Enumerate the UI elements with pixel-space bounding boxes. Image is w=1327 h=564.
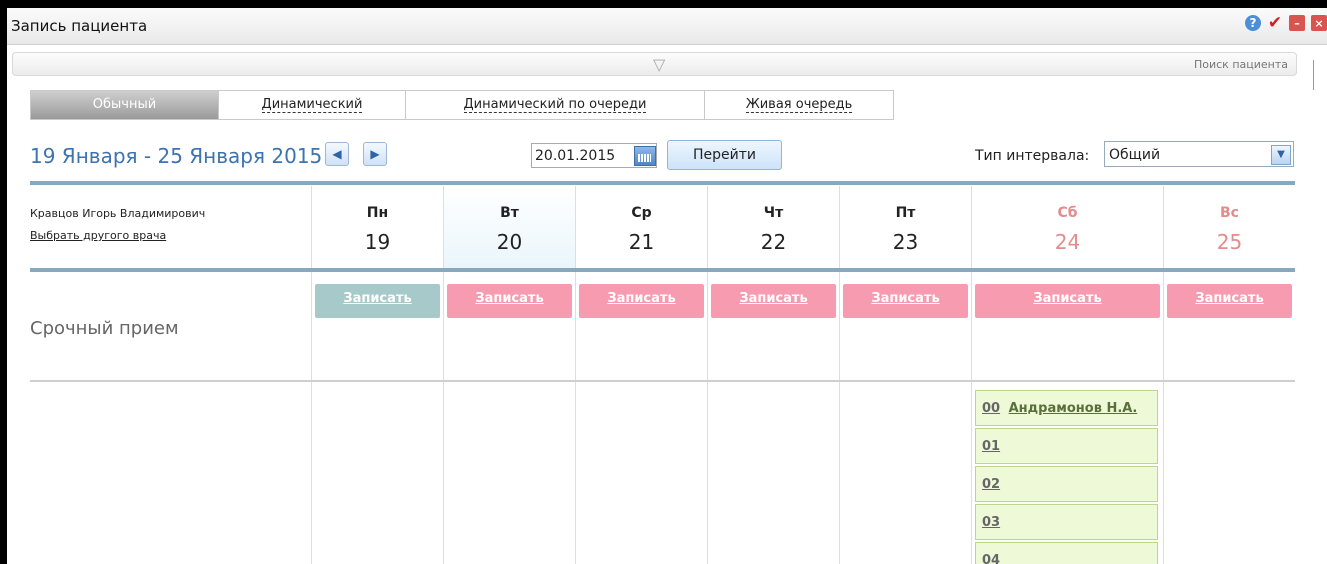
row-divider xyxy=(30,380,1295,382)
tab-dynamic[interactable]: Динамический xyxy=(219,90,406,120)
day-name: Ср xyxy=(631,205,652,221)
slot-time[interactable]: 04 xyxy=(982,553,1000,564)
tab-live-queue[interactable]: Живая очередь xyxy=(705,90,894,120)
day-number-weekend: 25 xyxy=(1216,230,1243,254)
day-name-weekend: Сб xyxy=(1057,205,1078,221)
time-slot[interactable]: 03 xyxy=(975,504,1158,540)
interval-type-select[interactable]: Общий ▼ xyxy=(1104,141,1294,167)
header-divider xyxy=(30,181,1295,185)
day-name: Чт xyxy=(763,205,784,221)
panel-edge xyxy=(1313,60,1327,90)
day-name: Пн xyxy=(366,205,389,221)
tab-dynamic-queue[interactable]: Динамический по очереди xyxy=(406,90,705,120)
next-week-button[interactable]: ▶ xyxy=(363,142,387,166)
day-number: 23 xyxy=(892,230,919,254)
check-icon[interactable]: ✔ xyxy=(1267,13,1283,33)
record-button[interactable]: Записать xyxy=(1167,284,1292,318)
go-button[interactable]: Перейти xyxy=(667,140,782,170)
slot-patient[interactable]: Андрамонов Н.А. xyxy=(1009,401,1138,416)
slot-time[interactable]: 00 xyxy=(982,401,1000,416)
record-button[interactable]: Записать xyxy=(711,284,836,318)
left-border xyxy=(0,0,7,564)
day-number: 19 xyxy=(364,230,391,254)
record-button[interactable]: Записать xyxy=(843,284,968,318)
interval-type-value: Общий xyxy=(1109,147,1161,163)
slot-time[interactable]: 01 xyxy=(982,439,1000,454)
window-controls: ? ✔ – × xyxy=(1245,13,1327,33)
close-icon[interactable]: × xyxy=(1311,15,1327,31)
time-slot[interactable]: 00 Андрамонов Н.А. xyxy=(975,390,1158,426)
day-number: 21 xyxy=(628,230,655,254)
slot-time[interactable]: 02 xyxy=(982,477,1000,492)
day-number: 20 xyxy=(496,230,523,254)
record-button[interactable]: Записать xyxy=(975,284,1160,318)
today-highlight xyxy=(444,186,575,268)
tab-regular[interactable]: Обычный xyxy=(30,90,219,120)
patient-search-strip[interactable]: ▽ Поиск пациента xyxy=(12,52,1297,76)
record-button[interactable]: Записать xyxy=(447,284,572,318)
window-title: Запись пациента xyxy=(11,17,148,35)
urgent-row-label: Срочный прием xyxy=(30,318,179,339)
time-slot[interactable]: 04 xyxy=(975,542,1158,564)
chevron-down-icon[interactable]: ▼ xyxy=(1271,145,1291,165)
week-range: 19 Января - 25 Января 2015 xyxy=(30,144,323,168)
chevron-down-icon[interactable]: ▽ xyxy=(653,55,665,74)
days-divider xyxy=(30,268,1295,272)
time-slot[interactable]: 01 xyxy=(975,428,1158,464)
prev-week-button[interactable]: ◀ xyxy=(325,142,349,166)
title-bar: Запись пациента ? ✔ – × xyxy=(7,8,1327,45)
day-number-weekend: 24 xyxy=(1054,230,1081,254)
top-border xyxy=(0,0,1327,8)
doctor-name: Кравцов Игорь Владимирович xyxy=(30,207,206,220)
slot-time[interactable]: 03 xyxy=(982,515,1000,530)
app-frame: Запись пациента ? ✔ – × ▽ Поиск пациента… xyxy=(0,0,1327,564)
record-button[interactable]: Записать xyxy=(579,284,704,318)
day-number: 22 xyxy=(760,230,787,254)
minimize-icon[interactable]: – xyxy=(1289,15,1305,31)
interval-type-label: Тип интервала: xyxy=(975,148,1090,164)
calendar-icon[interactable] xyxy=(634,146,656,166)
patient-search-label[interactable]: Поиск пациента xyxy=(1194,58,1288,71)
mode-tabs: Обычный Динамический Динамический по оче… xyxy=(30,90,894,120)
change-doctor-link[interactable]: Выбрать другого врача xyxy=(30,229,166,242)
time-slot[interactable]: 02 xyxy=(975,466,1158,502)
day-name: Пт xyxy=(895,205,916,221)
day-name: Вт xyxy=(500,205,519,221)
help-icon[interactable]: ? xyxy=(1245,15,1261,31)
record-button[interactable]: Записать xyxy=(315,284,440,318)
day-name-weekend: Вс xyxy=(1220,205,1239,221)
